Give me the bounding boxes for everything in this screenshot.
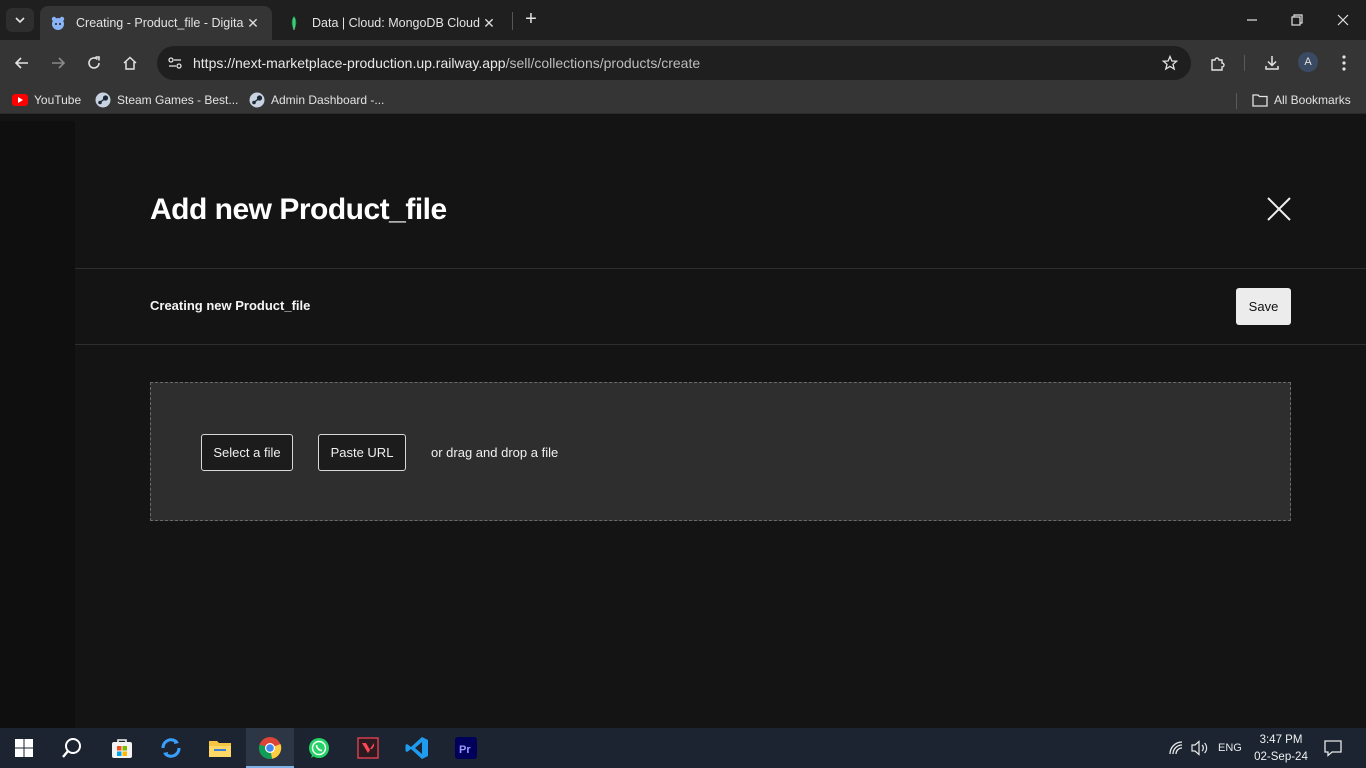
tab-close-icon[interactable]: ✕ — [480, 14, 498, 32]
downloads-icon[interactable] — [1260, 51, 1284, 75]
store-icon[interactable] — [98, 728, 146, 768]
page-title: Add new Product_file — [150, 193, 447, 226]
bookmarks-bar: YouTube Steam Games - Best... Admin Dash… — [0, 86, 1366, 114]
browser-tab-strip: Creating - Product_file - Digital ✕ Data… — [0, 0, 1366, 40]
toolbar-separator — [1244, 55, 1245, 71]
subheader-text: Creating new Product_file — [150, 298, 311, 313]
home-icon[interactable] — [118, 51, 142, 75]
file-dropzone[interactable]: Select a file Paste URL or drag and drop… — [150, 382, 1291, 521]
start-icon[interactable] — [0, 728, 48, 768]
search-icon[interactable] — [48, 728, 96, 768]
extensions-icon[interactable] — [1206, 51, 1230, 75]
page-content: Add new Product_file Creating new Produc… — [0, 121, 1366, 728]
restore-icon[interactable] — [1283, 8, 1311, 32]
clock-date: 02-Sep-24 — [1254, 751, 1308, 763]
tab-separator — [512, 12, 513, 30]
tab-title: Data | Cloud: MongoDB Cloud — [312, 16, 480, 30]
header-divider — [75, 268, 1366, 269]
paste-url-button[interactable]: Paste URL — [318, 434, 406, 471]
bookmark-label: YouTube — [34, 93, 82, 107]
chevron-down-icon — [15, 17, 25, 24]
tab-close-icon[interactable]: ✕ — [244, 14, 262, 32]
url-text: https://next-marketplace-production.up.r… — [193, 55, 700, 71]
steam-icon — [249, 92, 265, 108]
mongodb-leaf-icon — [286, 15, 302, 31]
volume-icon[interactable] — [1191, 728, 1209, 768]
network-icon[interactable] — [1168, 728, 1184, 768]
clock-time: 3:47 PM — [1259, 734, 1303, 746]
svg-text:Pr: Pr — [459, 744, 471, 756]
profile-avatar[interactable]: A — [1298, 52, 1318, 72]
back-icon[interactable] — [10, 51, 34, 75]
forward-icon[interactable] — [46, 51, 70, 75]
payload-favicon-icon — [50, 15, 66, 31]
bookmark-admin-dashboard[interactable]: Admin Dashboard -... — [249, 92, 384, 108]
tab-product-file[interactable]: Creating - Product_file - Digital ✕ — [40, 6, 272, 40]
url-host: https://next-marketplace-production.up.r… — [193, 55, 506, 71]
tab-search-button[interactable] — [6, 8, 34, 32]
all-bookmarks-label: All Bookmarks — [1274, 93, 1351, 107]
whatsapp-icon[interactable] — [295, 728, 343, 768]
bookmarks-separator — [1236, 93, 1237, 109]
minimize-icon[interactable] — [1238, 8, 1266, 32]
browser-toolbar: https://next-marketplace-production.up.r… — [0, 40, 1366, 86]
youtube-icon — [12, 92, 28, 108]
close-drawer-icon[interactable] — [1265, 195, 1293, 223]
subheader-divider — [75, 344, 1366, 345]
drawer-panel: Add new Product_file Creating new Produc… — [75, 121, 1366, 728]
drag-drop-hint: or drag and drop a file — [431, 445, 559, 460]
premiere-icon[interactable]: Pr — [442, 728, 490, 768]
system-clock[interactable]: 3:47 PM 02-Sep-24 — [1250, 732, 1312, 766]
app-sidebar — [0, 121, 75, 728]
tab-title: Creating - Product_file - Digital — [76, 16, 244, 30]
new-tab-button[interactable]: + — [520, 9, 542, 31]
url-path: /sell/collections/products/create — [505, 55, 701, 71]
bookmark-steam-games[interactable]: Steam Games - Best... — [95, 92, 238, 108]
reload-icon[interactable] — [82, 51, 106, 75]
window-close-icon[interactable] — [1329, 8, 1357, 32]
language-indicator[interactable]: ENG — [1218, 728, 1242, 768]
bookmark-youtube[interactable]: YouTube — [12, 92, 81, 108]
browser-menu-icon[interactable] — [1332, 51, 1356, 75]
sync-icon[interactable] — [147, 728, 195, 768]
steam-icon — [95, 92, 111, 108]
file-explorer-icon[interactable] — [196, 728, 244, 768]
windows-taskbar: Pr ENG 3:47 PM 02-Sep-24 — [0, 728, 1366, 768]
site-settings-icon[interactable] — [165, 53, 185, 73]
bookmark-label: Steam Games - Best... — [117, 93, 239, 107]
valorant-icon[interactable] — [344, 728, 392, 768]
bookmark-star-icon[interactable] — [1161, 54, 1179, 72]
address-bar[interactable]: https://next-marketplace-production.up.r… — [157, 46, 1191, 80]
save-button[interactable]: Save — [1236, 288, 1291, 325]
vscode-icon[interactable] — [393, 728, 441, 768]
chrome-icon[interactable] — [246, 728, 294, 768]
bookmark-label: Admin Dashboard -... — [271, 93, 385, 107]
folder-icon — [1252, 92, 1268, 108]
tab-mongodb[interactable]: Data | Cloud: MongoDB Cloud ✕ — [276, 6, 508, 40]
select-file-button[interactable]: Select a file — [201, 434, 293, 471]
notifications-icon[interactable] — [1324, 728, 1342, 768]
all-bookmarks-button[interactable]: All Bookmarks — [1252, 92, 1351, 108]
